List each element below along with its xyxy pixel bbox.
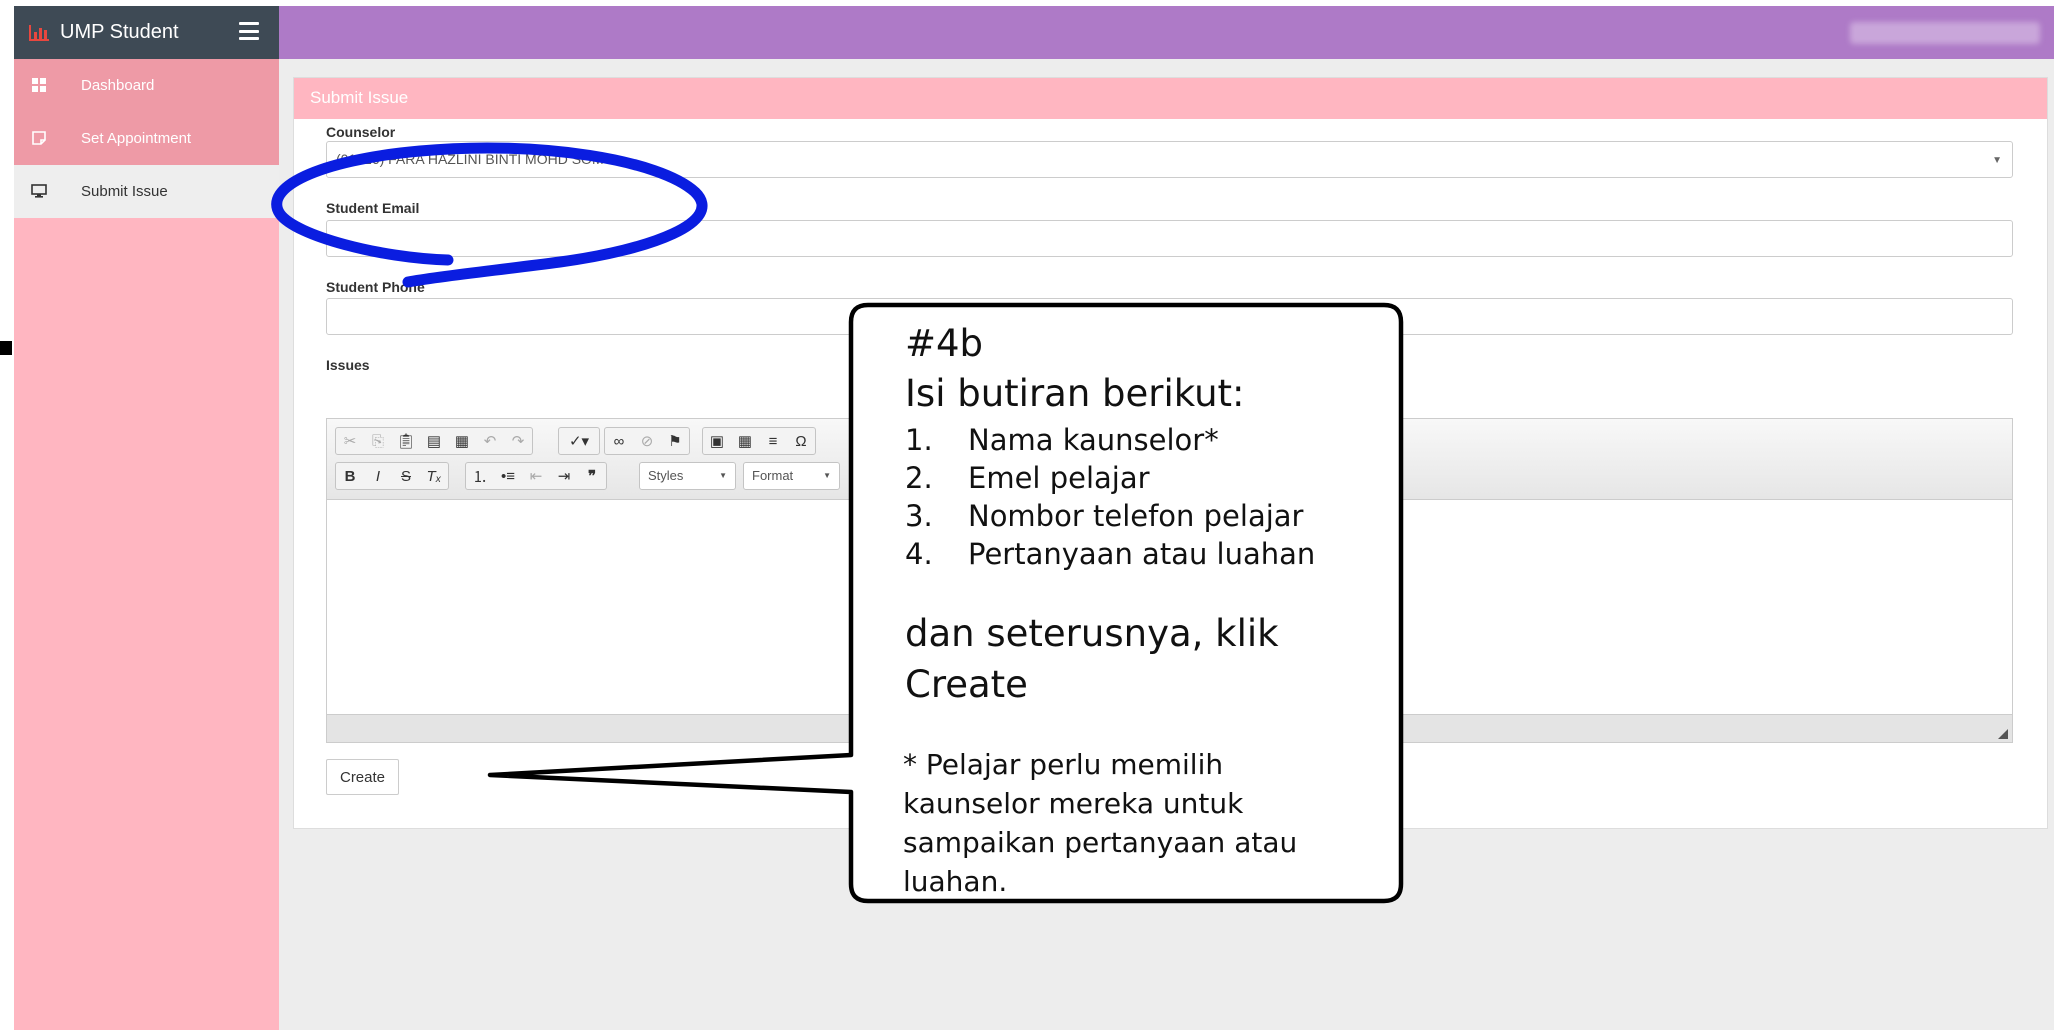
instruction-line-1: dan seterusnya, klik bbox=[905, 612, 1279, 655]
remove-format-icon[interactable]: Tₓ bbox=[420, 463, 448, 489]
strike-icon[interactable]: S bbox=[392, 463, 420, 489]
link-group: ∞ ⊘ ⚑ bbox=[604, 427, 690, 455]
sidebar-item-set-appointment[interactable]: Set Appointment bbox=[14, 112, 279, 165]
panel-title: Submit Issue bbox=[294, 78, 2047, 119]
bar-chart-icon bbox=[29, 24, 49, 41]
sidebar-item-label: Dashboard bbox=[81, 77, 155, 94]
caret-down-icon: ▼ bbox=[1992, 155, 2002, 166]
screenshot: UMP Student Dashboard Set Appointment Su… bbox=[0, 0, 2054, 1030]
instruction-callout: #4b Isi butiran berikut: 1. Nama kaunselo… bbox=[851, 305, 1403, 901]
menu-toggle-icon[interactable] bbox=[239, 22, 259, 40]
monitor-icon bbox=[31, 184, 47, 198]
blockquote-icon[interactable]: ❞ bbox=[578, 463, 606, 489]
list-item: 4. Pertanyaan atau luahan bbox=[905, 537, 1316, 571]
sidebar-item-label: Submit Issue bbox=[81, 183, 168, 200]
undo-icon[interactable]: ↶ bbox=[476, 428, 504, 454]
copy-icon[interactable]: ⎘ bbox=[364, 428, 392, 454]
edge-mark bbox=[0, 341, 12, 355]
callout-heading: Isi butiran berikut: bbox=[905, 372, 1245, 415]
student-email-field[interactable] bbox=[326, 220, 2013, 257]
list-item: 3. Nombor telefon pelajar bbox=[905, 499, 1304, 533]
resize-handle-icon[interactable] bbox=[1998, 729, 2008, 739]
brand-bar: UMP Student bbox=[14, 6, 279, 59]
instruction-list: 1. Nama kaunselor* 2. Emel pelajar 3. Nombo… bbox=[905, 421, 1349, 573]
caret-down-icon: ▼ bbox=[719, 471, 727, 480]
callout-note: * Pelajar perlu memilih kaunselor mereka… bbox=[903, 748, 1298, 898]
cut-icon[interactable]: ✂ bbox=[336, 428, 364, 454]
sidebar-item-label: Set Appointment bbox=[81, 130, 192, 147]
spellcheck-group: ✓▾ bbox=[558, 427, 600, 455]
basic-styles-group: B I S Tₓ bbox=[335, 462, 449, 490]
redo-icon[interactable]: ↷ bbox=[504, 428, 532, 454]
special-char-icon[interactable]: Ω bbox=[787, 428, 815, 454]
create-button[interactable]: Create bbox=[326, 759, 399, 795]
link-icon[interactable]: ∞ bbox=[605, 428, 633, 454]
list-item: 2. Emel pelajar bbox=[905, 461, 1150, 495]
top-navbar bbox=[279, 6, 2054, 59]
paste-word-icon[interactable]: ▦ bbox=[448, 428, 476, 454]
bulleted-list-icon[interactable]: •≡ bbox=[494, 463, 522, 489]
clipboard-group: ✂ ⎘ 📋︎ ▤ ▦ ↶ ↷ bbox=[335, 427, 533, 455]
bold-icon[interactable]: B bbox=[336, 463, 364, 489]
styles-dropdown[interactable]: Styles ▼ bbox=[639, 462, 736, 490]
user-name-blurred[interactable] bbox=[1850, 22, 2040, 44]
insert-group: ▣ ▦ ≡ Ω bbox=[702, 427, 816, 455]
sidebar-item-dashboard[interactable]: Dashboard bbox=[14, 59, 279, 112]
list-item: 1. Nama kaunselor* bbox=[905, 423, 1219, 457]
image-icon[interactable]: ▣ bbox=[703, 428, 731, 454]
paste-icon[interactable]: 📋︎ bbox=[392, 428, 420, 454]
indent-icon[interactable]: ⇥ bbox=[550, 463, 578, 489]
anchor-flag-icon[interactable]: ⚑ bbox=[661, 428, 689, 454]
counselor-select[interactable]: (01426) FARA HAZLINI BINTI MOHD SOM ▼ bbox=[326, 141, 2013, 178]
format-dropdown[interactable]: Format ▼ bbox=[743, 462, 840, 490]
grid-icon bbox=[32, 78, 46, 92]
paste-text-icon[interactable]: ▤ bbox=[420, 428, 448, 454]
counselor-label: Counselor bbox=[326, 124, 396, 140]
caret-down-icon: ▼ bbox=[823, 471, 831, 480]
student-email-label: Student Email bbox=[326, 200, 420, 216]
note-icon bbox=[32, 131, 46, 145]
issues-label: Issues bbox=[326, 357, 370, 373]
sidebar: Dashboard Set Appointment Submit Issue bbox=[14, 59, 279, 1030]
callout-instruction: dan seterusnya, klik Create bbox=[905, 608, 1349, 710]
sidebar-item-submit-issue[interactable]: Submit Issue bbox=[14, 165, 279, 218]
list-group: ⒈ •≡ ⇤ ⇥ ❞ bbox=[465, 462, 607, 490]
student-phone-label: Student Phone bbox=[326, 279, 425, 295]
instruction-line-2: Create bbox=[905, 663, 1028, 706]
horizontal-line-icon[interactable]: ≡ bbox=[759, 428, 787, 454]
outdent-icon[interactable]: ⇤ bbox=[522, 463, 550, 489]
app-title: UMP Student bbox=[60, 21, 179, 43]
styles-dropdown-label: Styles bbox=[648, 468, 684, 483]
unlink-icon[interactable]: ⊘ bbox=[633, 428, 661, 454]
spellcheck-icon[interactable]: ✓▾ bbox=[559, 428, 599, 454]
counselor-select-value: (01426) FARA HAZLINI BINTI MOHD SOM bbox=[336, 151, 604, 167]
numbered-list-icon[interactable]: ⒈ bbox=[466, 463, 494, 489]
italic-icon[interactable]: I bbox=[364, 463, 392, 489]
step-tag: #4b bbox=[905, 322, 984, 365]
format-dropdown-label: Format bbox=[752, 468, 794, 483]
table-icon[interactable]: ▦ bbox=[731, 428, 759, 454]
